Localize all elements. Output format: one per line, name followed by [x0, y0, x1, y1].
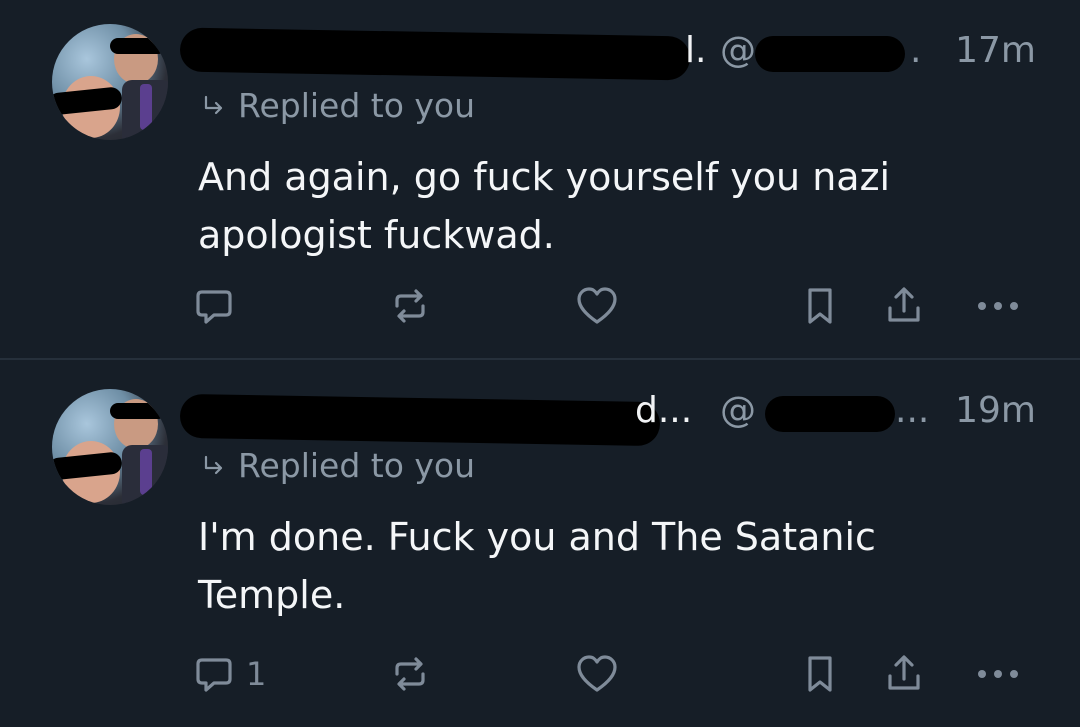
more-options-button[interactable] [974, 284, 1022, 328]
repost-button[interactable] [388, 652, 432, 696]
repost-button[interactable] [388, 284, 432, 328]
handle-at-sign[interactable]: @ [720, 30, 756, 71]
more-icon [978, 302, 1018, 310]
avatar[interactable] [52, 24, 168, 140]
reply-icon [196, 658, 232, 692]
more-icon [978, 670, 1018, 678]
avatar[interactable] [52, 389, 168, 505]
share-button[interactable] [882, 284, 926, 328]
replied-to-indicator[interactable]: Replied to you [200, 86, 475, 125]
post-header: d... @ ... 19m [179, 382, 1040, 447]
redacted-display-name[interactable] [179, 393, 661, 447]
reply-button[interactable]: 1 [192, 652, 266, 696]
repost-icon [395, 289, 425, 323]
post-actions [192, 284, 1032, 334]
share-icon [888, 287, 920, 322]
reply-icon [196, 290, 232, 324]
share-icon [888, 655, 920, 690]
reply-arrow-icon [204, 455, 223, 474]
like-icon [577, 287, 617, 324]
bookmark-icon [808, 656, 832, 692]
redaction-mark [110, 403, 166, 419]
replied-to-label: Replied to you [238, 446, 476, 485]
redacted-handle[interactable] [755, 36, 905, 72]
more-options-button[interactable] [974, 652, 1022, 696]
like-icon [577, 655, 617, 692]
display-name-visible-part[interactable]: d... [635, 390, 692, 431]
like-button[interactable] [574, 284, 620, 328]
bookmark-button[interactable] [800, 284, 840, 328]
display-name-visible-part[interactable]: l. [685, 30, 706, 71]
post-header: l. @ . 17m [179, 22, 1040, 81]
handle-at-sign[interactable]: @ [720, 390, 756, 431]
post-text: And again, go fuck yourself you nazi apo… [198, 155, 891, 257]
like-button[interactable] [574, 652, 620, 696]
redaction-mark [110, 38, 166, 54]
post-timestamp[interactable]: 17m [955, 30, 1036, 71]
bookmark-button[interactable] [800, 652, 840, 696]
replied-to-label: Replied to you [238, 86, 476, 125]
bookmark-icon [808, 288, 832, 324]
reply-button[interactable] [192, 284, 246, 328]
post-text: I'm done. Fuck you and The Satanic Templ… [198, 515, 876, 617]
replied-to-indicator[interactable]: Replied to you [200, 446, 475, 485]
redacted-handle[interactable] [765, 396, 895, 432]
redacted-display-name[interactable] [179, 27, 691, 81]
feed: l. @ . 17m Replied to you And again, go … [0, 0, 1080, 727]
reply-arrow-icon [204, 95, 223, 114]
reply-count: 1 [246, 655, 267, 693]
post-timestamp[interactable]: 19m [955, 390, 1036, 431]
handle-visible-part[interactable]: . [910, 30, 921, 71]
post[interactable]: d... @ ... 19m Replied to you I'm done. … [0, 360, 1080, 727]
handle-visible-part[interactable]: ... [895, 390, 929, 431]
post-actions: 1 [192, 652, 1032, 702]
share-button[interactable] [882, 652, 926, 696]
post[interactable]: l. @ . 17m Replied to you And again, go … [0, 0, 1080, 358]
repost-icon [395, 657, 425, 691]
